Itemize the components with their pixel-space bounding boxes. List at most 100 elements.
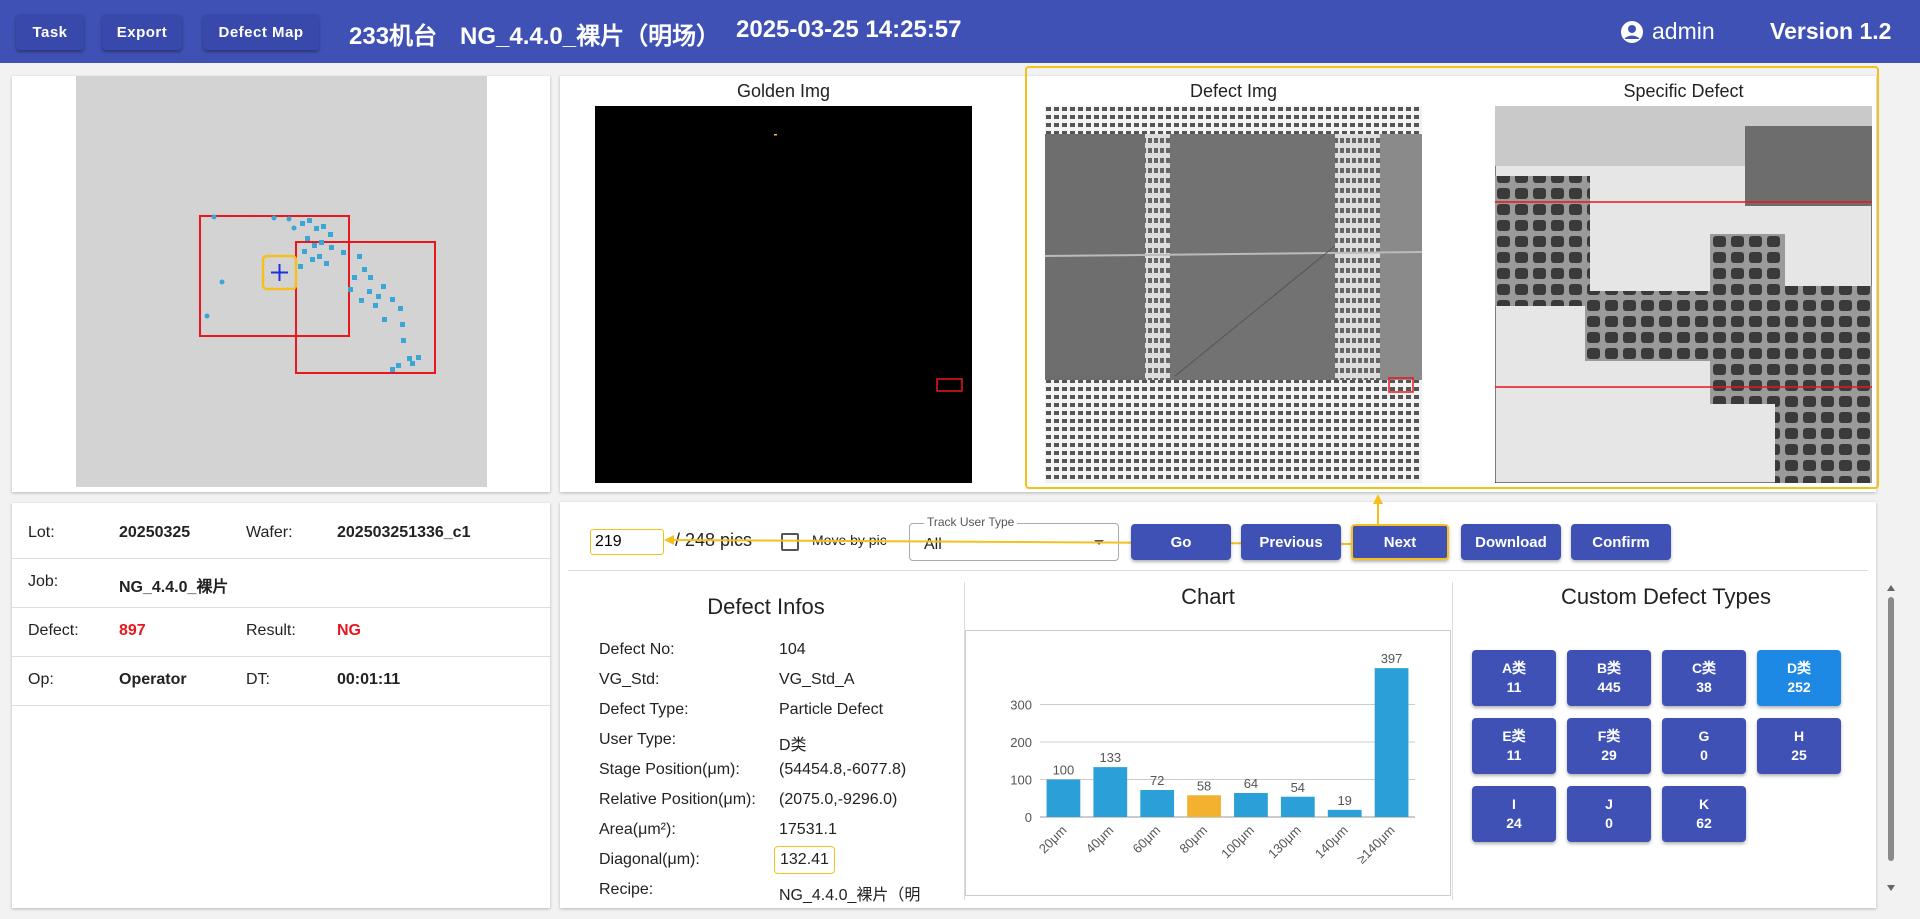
scrollbar-thumb[interactable] xyxy=(1888,597,1894,861)
defect-count-label: Defect: xyxy=(28,622,79,639)
lot-label: Lot: xyxy=(28,524,55,541)
datetime: 2025-03-25 14:25:57 xyxy=(736,16,962,43)
bar-value-label: 133 xyxy=(1099,750,1121,765)
info-row-lot: Lot: 20250325 Wafer: 202503251336_c1 xyxy=(12,510,550,559)
chart-bar xyxy=(1280,796,1315,817)
area-label: Area(μm²): xyxy=(599,821,676,838)
bar-value-label: 58 xyxy=(1197,778,1211,793)
chart-bar xyxy=(1374,668,1409,817)
bar-value-label: 72 xyxy=(1150,773,1164,788)
wafer-map-panel xyxy=(12,76,550,492)
scrollbar[interactable] xyxy=(1886,585,1896,897)
defect-type-button-e[interactable]: E类 11 xyxy=(1472,718,1556,774)
defect-type-button-k[interactable]: K 62 xyxy=(1662,786,1746,842)
go-button[interactable]: Go xyxy=(1131,524,1231,560)
chart-bar xyxy=(1140,790,1175,817)
op-label: Op: xyxy=(28,671,54,688)
chart-bar xyxy=(1234,793,1268,817)
divider xyxy=(568,570,1868,571)
vg-std-label: VG_Std: xyxy=(599,671,660,688)
defect-type-button-j[interactable]: J0 xyxy=(1567,786,1651,842)
next-button[interactable]: Next xyxy=(1351,524,1449,560)
diagonal-label: Diagonal(μm): xyxy=(599,851,700,868)
result-value: NG xyxy=(337,622,361,639)
chart-bar xyxy=(1046,779,1081,817)
defect-type-button-a[interactable]: A类 11 xyxy=(1472,650,1556,706)
user-type-label: User Type: xyxy=(599,731,677,748)
scroll-up-icon[interactable] xyxy=(1887,585,1895,591)
defect-type-value: Particle Defect xyxy=(779,701,884,718)
user-name[interactable]: admin xyxy=(1652,18,1715,45)
chart-title: Chart xyxy=(1181,584,1235,609)
recipe-name: NG_4.4.0_裸片（明场） xyxy=(460,23,721,50)
wafer-value: 202503251336_c1 xyxy=(337,524,471,541)
top-bar: Task Export Defect Map 233机台 NG_4.4.0_裸片… xyxy=(0,0,1920,63)
defect-type-button-c[interactable]: C类 38 xyxy=(1662,650,1746,706)
defect-type-button-f[interactable]: F类 29 xyxy=(1567,718,1651,774)
specific-defect-title: Specific Defect xyxy=(1623,81,1744,101)
y-tick-label: 100 xyxy=(1010,773,1032,788)
golden-image[interactable] xyxy=(595,106,972,483)
info-row-job: Job: NG_4.4.0_裸片 xyxy=(12,559,550,608)
info-row-op: Op: Operator DT: 00:01:11 xyxy=(12,657,550,706)
task-button[interactable]: Task xyxy=(16,14,84,50)
scroll-down-icon[interactable] xyxy=(1887,885,1895,891)
defect-type-button-d[interactable]: D类 252 xyxy=(1757,650,1841,706)
defect-infos-title: Defect Infos xyxy=(707,594,825,619)
x-tick-label: 60μm xyxy=(1130,823,1164,857)
defect-img-title: Defect Img xyxy=(1189,81,1278,101)
x-tick-label: 20μm xyxy=(1036,823,1070,857)
x-tick-label: 40μm xyxy=(1083,823,1117,857)
result-label: Result: xyxy=(246,622,296,639)
dt-label: DT: xyxy=(246,671,270,688)
x-tick-label: 100μm xyxy=(1218,823,1257,862)
vg-std-value: VG_Std_A xyxy=(779,671,855,688)
job-value: NG_4.4.0_裸片 xyxy=(119,579,229,596)
op-value: Operator xyxy=(119,671,187,688)
bar-value-label: 19 xyxy=(1337,793,1351,808)
user-icon xyxy=(1620,20,1644,44)
y-tick-label: 200 xyxy=(1010,735,1032,750)
bar-value-label: 64 xyxy=(1244,776,1258,791)
defect-type-button-b[interactable]: B类 445 xyxy=(1567,650,1651,706)
export-button[interactable]: Export xyxy=(102,14,182,50)
user-type-value: D类 xyxy=(779,737,807,754)
defect-type-label: Defect Type: xyxy=(599,701,689,718)
download-button[interactable]: Download xyxy=(1461,524,1561,560)
defect-map-button[interactable]: Defect Map xyxy=(203,14,319,50)
previous-button[interactable]: Previous xyxy=(1241,524,1341,560)
area-value: 17531.1 xyxy=(779,821,837,838)
chart-bar xyxy=(1187,795,1221,817)
recipe-label: Recipe: xyxy=(599,881,654,898)
bar-value-label: 54 xyxy=(1291,780,1305,795)
x-tick-label: 140μm xyxy=(1312,823,1351,862)
custom-defect-types-title: Custom Defect Types xyxy=(1561,584,1771,609)
defect-image[interactable] xyxy=(1045,106,1422,483)
defect-type-button-g[interactable]: G0 xyxy=(1662,718,1746,774)
x-tick-label: 130μm xyxy=(1265,823,1304,862)
golden-img-title: Golden Img xyxy=(736,81,831,101)
defect-no-label: Defect No: xyxy=(599,641,675,658)
recipe-value: NG_4.4.0_裸片（明 xyxy=(779,887,921,904)
chart-bar xyxy=(1093,767,1128,817)
relative-position-label: Relative Position(μm): xyxy=(599,791,756,808)
diagonal-value: 132.41 xyxy=(774,846,835,874)
version-label: Version 1.2 xyxy=(1770,18,1892,44)
bar-value-label: 397 xyxy=(1381,651,1403,666)
defect-type-button-h[interactable]: H 25 xyxy=(1757,718,1841,774)
chart-bar xyxy=(1327,809,1362,817)
info-row-defect: Defect: 897 Result: NG xyxy=(12,608,550,657)
stage-position-value: (54454.8,-6077.8) xyxy=(779,761,907,778)
wafer-map[interactable] xyxy=(76,76,487,487)
defect-count-value: 897 xyxy=(119,622,146,639)
y-tick-label: 300 xyxy=(1010,698,1032,713)
confirm-button[interactable]: Confirm xyxy=(1571,524,1671,560)
bar-value-label: 100 xyxy=(1053,763,1075,778)
defect-size-chart: 0 100 200 300 100 20μm 133 40μm 72 60μm 58 80μm 64 10… xyxy=(1010,651,1415,866)
pic-index-input[interactable] xyxy=(590,529,664,555)
defect-type-button-i[interactable]: I 24 xyxy=(1472,786,1556,842)
wafer-label: Wafer: xyxy=(246,524,293,541)
stage-position-label: Stage Position(μm): xyxy=(599,761,740,778)
specific-defect-image[interactable] xyxy=(1495,106,1872,483)
relative-position-value: (2075.0,-9296.0) xyxy=(779,791,898,808)
